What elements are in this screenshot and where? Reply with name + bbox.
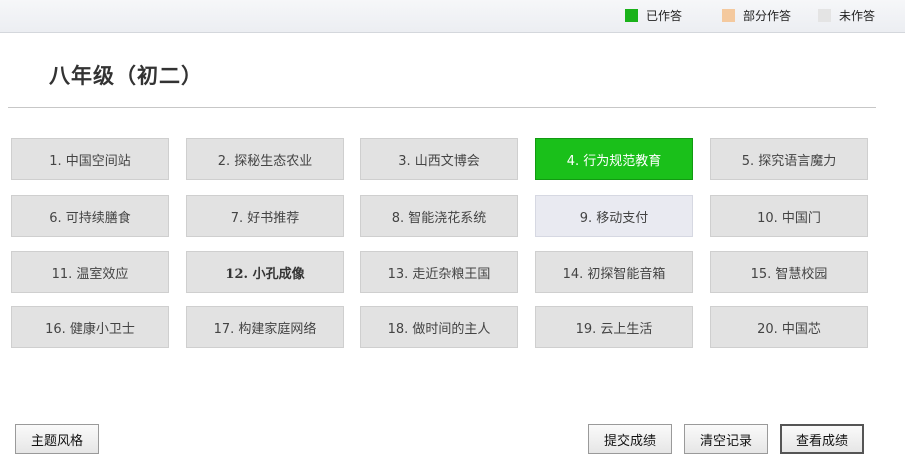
legend-answered: 已作答: [625, 6, 682, 24]
topic-tile-18[interactable]: 18. 做时间的主人: [360, 306, 518, 348]
legend-unanswered: 未作答: [818, 6, 875, 24]
quiz-topic-page: 已作答 部分作答 未作答 八年级（初二） 1. 中国空间站 2. 探秘生态农业 …: [0, 0, 905, 468]
submit-score-button[interactable]: 提交成绩: [588, 424, 672, 454]
topic-tile-2[interactable]: 2. 探秘生态农业: [186, 138, 344, 180]
topic-tile-3[interactable]: 3. 山西文博会: [360, 138, 518, 180]
topic-grid: 1. 中国空间站 2. 探秘生态农业 3. 山西文博会 4. 行为规范教育 5.…: [11, 138, 871, 350]
topic-tile-20[interactable]: 20. 中国芯: [710, 306, 868, 348]
clear-record-button[interactable]: 清空记录: [684, 424, 768, 454]
topic-tile-14[interactable]: 14. 初探智能音箱: [535, 251, 693, 293]
topic-tile-4[interactable]: 4. 行为规范教育: [535, 138, 693, 180]
status-legend: 已作答 部分作答 未作答: [0, 0, 905, 33]
topic-tile-1[interactable]: 1. 中国空间站: [11, 138, 169, 180]
topic-tile-6[interactable]: 6. 可持续膳食: [11, 195, 169, 237]
topic-tile-15[interactable]: 15. 智慧校园: [710, 251, 868, 293]
answered-swatch-icon: [625, 8, 638, 22]
topic-tile-13[interactable]: 13. 走近杂粮王国: [360, 251, 518, 293]
topic-tile-8[interactable]: 8. 智能浇花系统: [360, 195, 518, 237]
view-score-button[interactable]: 查看成绩: [780, 424, 864, 454]
topic-tile-19[interactable]: 19. 云上生活: [535, 306, 693, 348]
theme-style-button[interactable]: 主题风格: [15, 424, 99, 454]
topic-tile-17[interactable]: 17. 构建家庭网络: [186, 306, 344, 348]
topic-tile-12[interactable]: 12. 小孔成像: [186, 251, 344, 293]
title-divider: [8, 107, 876, 108]
page-title: 八年级（初二）: [49, 63, 203, 88]
topic-tile-11[interactable]: 11. 温室效应: [11, 251, 169, 293]
unanswered-swatch-icon: [818, 8, 831, 22]
topic-tile-5[interactable]: 5. 探究语言魔力: [710, 138, 868, 180]
topic-tile-7[interactable]: 7. 好书推荐: [186, 195, 344, 237]
legend-answered-label: 已作答: [646, 8, 683, 23]
topic-tile-16[interactable]: 16. 健康小卫士: [11, 306, 169, 348]
topic-tile-10[interactable]: 10. 中国门: [710, 195, 868, 237]
legend-partial: 部分作答: [722, 6, 791, 24]
topic-tile-9[interactable]: 9. 移动支付: [535, 195, 693, 237]
legend-partial-label: 部分作答: [743, 8, 792, 23]
partial-swatch-icon: [722, 8, 735, 22]
legend-unanswered-label: 未作答: [839, 8, 876, 23]
